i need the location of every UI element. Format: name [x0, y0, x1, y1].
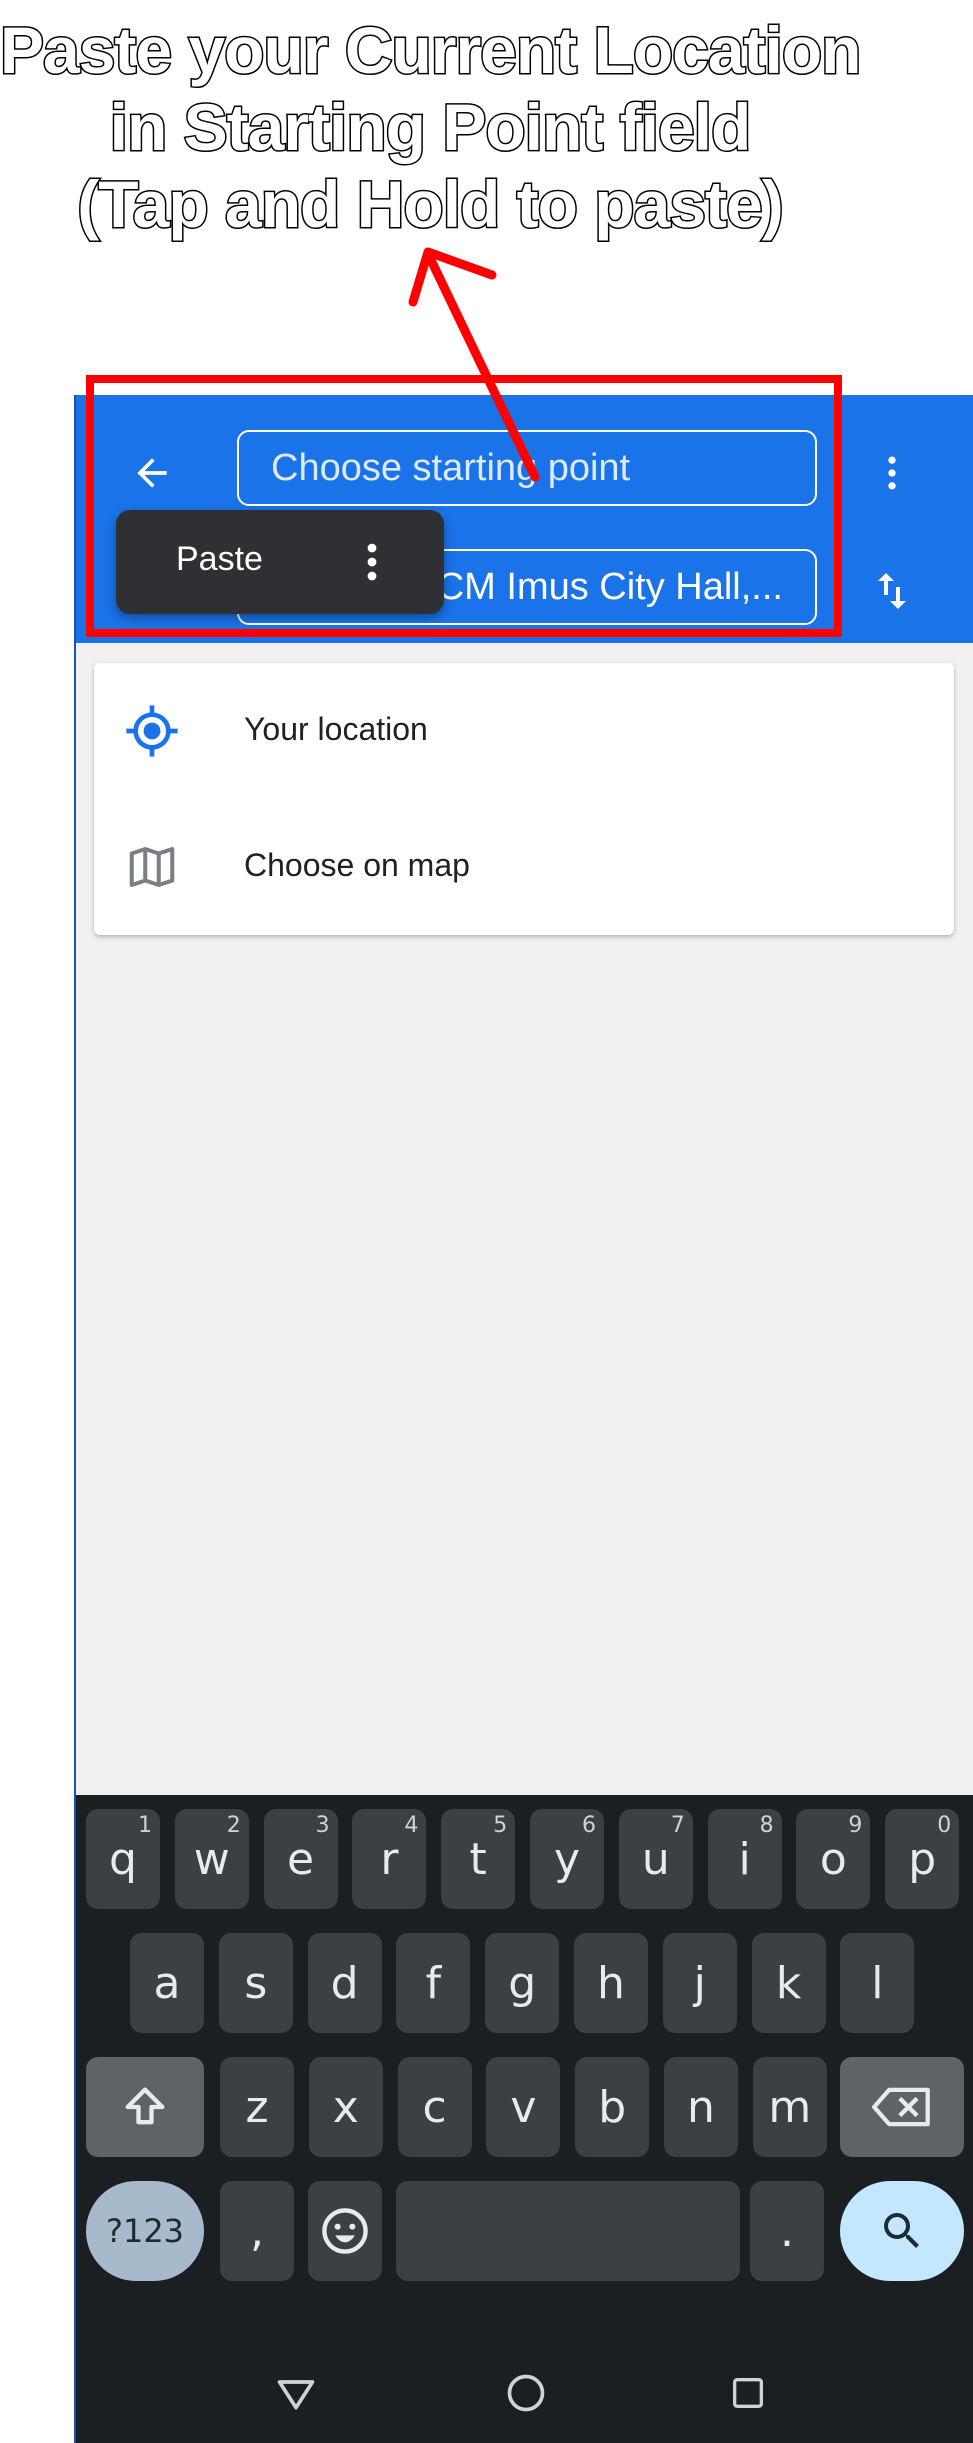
on-screen-keyboard: q1w2e3r4t5y6u7i8o9p0 asdfghjkl zxcvbnm ?…	[76, 1795, 973, 2443]
key-hint: 6	[582, 1813, 596, 1838]
nav-back-icon	[277, 2380, 315, 2410]
key-g[interactable]: g	[485, 1933, 560, 2033]
key-i[interactable]: i8	[707, 1809, 782, 1909]
key-label: x	[332, 2081, 359, 2133]
key-o[interactable]: o9	[796, 1809, 871, 1909]
key-label: b	[598, 2081, 627, 2133]
key-label: c	[422, 2081, 447, 2133]
nav-recents-button[interactable]	[718, 2363, 778, 2423]
key-hint: 5	[493, 1813, 508, 1838]
nav-home-button[interactable]	[496, 2363, 556, 2423]
key-hint: 2	[226, 1813, 241, 1838]
key-s[interactable]: s	[218, 1933, 293, 2033]
emoji-icon	[322, 2208, 368, 2254]
suggestion-label: Your location	[244, 711, 428, 747]
key-u[interactable]: u7	[618, 1809, 693, 1909]
key-hint: 7	[670, 1813, 685, 1838]
suggestion-choose-on-map[interactable]: Choose on map	[94, 799, 954, 935]
key-label: w	[193, 1833, 230, 1885]
key-label: i	[738, 1833, 751, 1885]
key-label: m	[768, 2081, 812, 2133]
key-label: y	[553, 1833, 581, 1885]
key-k[interactable]: k	[751, 1933, 826, 2033]
system-navigation-bar	[76, 2343, 973, 2443]
key-label: g	[508, 1957, 537, 2009]
key-n[interactable]: n	[664, 2057, 738, 2157]
key-z[interactable]: z	[220, 2057, 294, 2157]
map-icon	[129, 846, 175, 888]
key-r[interactable]: r4	[352, 1809, 427, 1909]
comma-key[interactable]: ,	[220, 2181, 294, 2281]
shift-icon	[125, 2087, 165, 2125]
key-hint: 3	[315, 1813, 330, 1838]
key-label: f	[425, 1957, 442, 2009]
key-label: l	[871, 1957, 884, 2009]
key-w[interactable]: w2	[174, 1809, 249, 1909]
caption-line-3: (Tap and Hold to paste)	[76, 166, 785, 243]
key-label: u	[641, 1833, 670, 1885]
shift-key[interactable]	[86, 2057, 204, 2157]
suggestion-label: Choose on map	[244, 847, 470, 883]
key-label: v	[510, 2081, 537, 2133]
key-hint: 0	[937, 1813, 952, 1838]
key-f[interactable]: f	[396, 1933, 471, 2033]
key-hint: 8	[759, 1813, 774, 1838]
backspace-key[interactable]	[840, 2057, 964, 2157]
nav-back-button[interactable]	[266, 2363, 326, 2423]
key-t[interactable]: t5	[441, 1809, 516, 1909]
backspace-icon	[872, 2087, 930, 2127]
key-q[interactable]: q1	[86, 1809, 160, 1909]
my-location-icon	[126, 705, 178, 757]
key-a[interactable]: a	[130, 1933, 204, 2033]
key-d[interactable]: d	[307, 1933, 382, 2033]
key-label: z	[245, 2081, 269, 2133]
key-hint: 4	[404, 1813, 419, 1838]
key-label: t	[469, 1833, 487, 1885]
more-vert-icon	[888, 456, 896, 490]
key-c[interactable]: c	[397, 2057, 472, 2157]
key-label: q	[109, 1833, 137, 1885]
period-key[interactable]: .	[750, 2181, 824, 2281]
more-options-button[interactable]	[856, 437, 928, 509]
key-label: p	[908, 1833, 937, 1885]
nav-recents-icon	[733, 2378, 763, 2408]
key-l[interactable]: l	[840, 1933, 915, 2033]
swap-button[interactable]	[856, 555, 928, 627]
key-label: s	[244, 1957, 268, 2009]
swap-vert-icon	[878, 573, 906, 609]
key-b[interactable]: b	[575, 2057, 650, 2157]
emoji-key[interactable]	[308, 2181, 382, 2281]
key-label: a	[153, 1957, 181, 2009]
key-v[interactable]: v	[486, 2057, 561, 2157]
key-hint: 1	[138, 1813, 152, 1838]
key-label: k	[775, 1957, 802, 2009]
key-e[interactable]: e3	[263, 1809, 338, 1909]
key-label: o	[819, 1833, 847, 1885]
key-m[interactable]: m	[752, 2057, 827, 2157]
key-p[interactable]: p0	[885, 1809, 960, 1909]
caption-line-1: Paste your Current Location	[0, 12, 863, 89]
phone-screen: Choose starting point CWHP+CCM Imus City…	[74, 395, 973, 2443]
key-label: e	[287, 1833, 315, 1885]
instruction-caption: Paste your Current Location in Starting …	[0, 12, 863, 243]
space-key[interactable]	[396, 2181, 740, 2281]
key-y[interactable]: y6	[530, 1809, 604, 1909]
key-label: n	[687, 2081, 715, 2133]
suggestions-card: Your location Choose on map	[94, 663, 954, 935]
search-key[interactable]	[840, 2181, 964, 2281]
key-label: d	[330, 1957, 359, 2009]
nav-home-icon	[507, 2374, 545, 2412]
suggestion-your-location[interactable]: Your location	[94, 663, 954, 799]
key-j[interactable]: j	[662, 1933, 737, 2033]
symbols-key[interactable]: ?123	[86, 2181, 204, 2281]
key-h[interactable]: h	[574, 1933, 648, 2033]
key-x[interactable]: x	[308, 2057, 383, 2157]
key-label: r	[380, 1833, 399, 1885]
key-label: h	[597, 1957, 625, 2009]
search-icon	[884, 2213, 919, 2248]
highlight-box	[86, 375, 842, 637]
key-hint: 9	[848, 1813, 863, 1838]
caption-line-2: in Starting Point field	[108, 89, 753, 166]
key-label: j	[693, 1957, 706, 2009]
